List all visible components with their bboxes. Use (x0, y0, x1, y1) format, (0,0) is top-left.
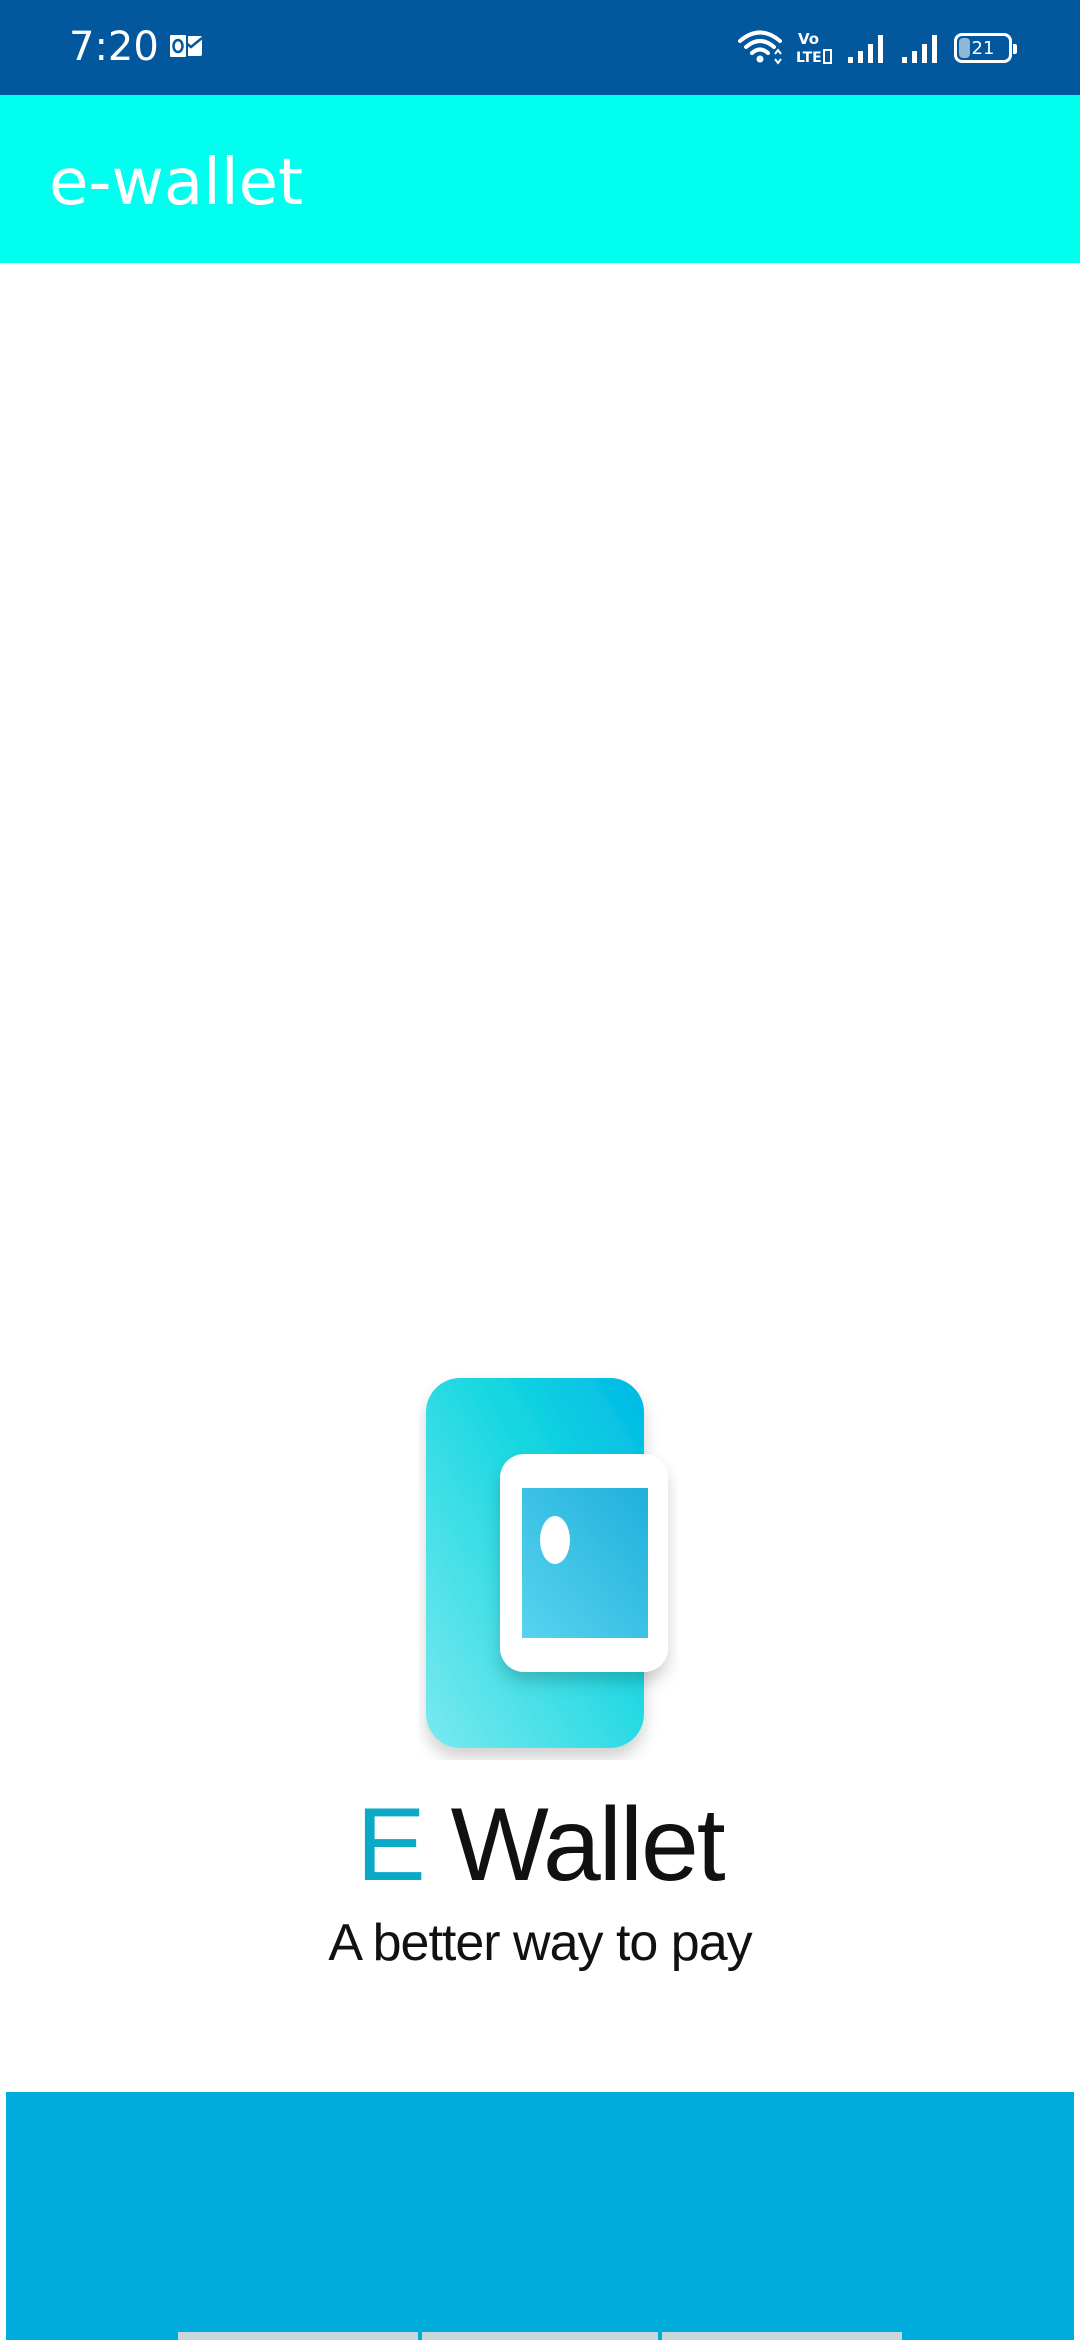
nav-hint-bar (422, 2332, 658, 2340)
brand-name: Wallet (450, 1787, 726, 1903)
status-time: 7:20 (69, 24, 159, 70)
bottom-panel (6, 2092, 1074, 2340)
volte-icon: Vo LTE (796, 29, 832, 67)
screen: 7:20 Vo LTE 21 e-wallet E Wallet A bette… (0, 0, 1080, 2340)
battery-level (959, 38, 970, 58)
wallet-icon (418, 1370, 678, 1760)
app-bar: e-wallet (0, 95, 1080, 263)
brand-title: E Wallet (0, 1785, 1080, 1905)
signal-icon (900, 31, 940, 65)
svg-text:Vo: Vo (798, 30, 819, 48)
status-bar: 7:20 Vo LTE 21 (0, 0, 1080, 95)
tagline: A better way to pay (328, 1914, 752, 1972)
wifi-icon (738, 30, 782, 66)
app-title: e-wallet (49, 146, 304, 220)
nav-hint-bar (662, 2332, 902, 2340)
battery-icon: 21 (954, 33, 1017, 63)
brand-prefix: E (356, 1787, 425, 1903)
outlook-notification-icon (168, 32, 204, 62)
nav-hint-bar (178, 2332, 418, 2340)
signal-icon (846, 31, 886, 65)
svg-text:LTE: LTE (796, 50, 822, 66)
battery-text: 21 (971, 37, 995, 59)
status-icons: Vo LTE 21 (738, 26, 1017, 70)
